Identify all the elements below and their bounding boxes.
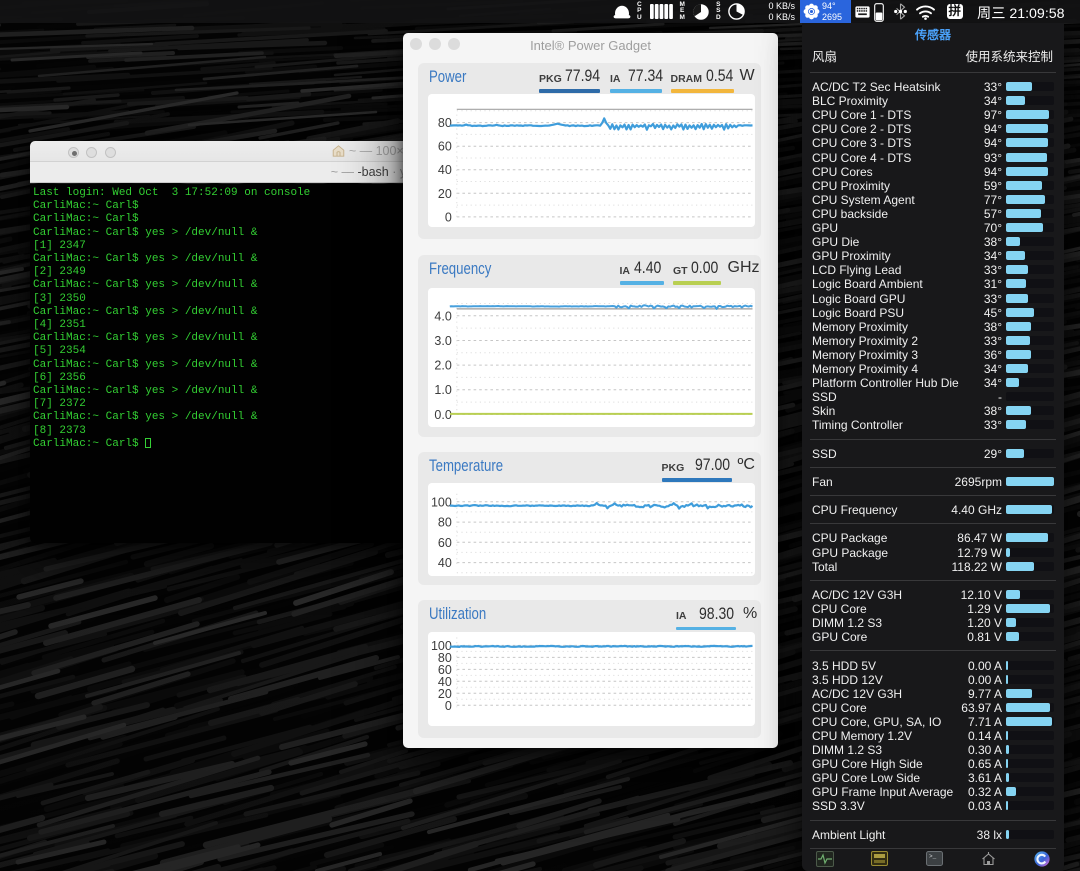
svg-text:>_: >_	[929, 853, 937, 860]
svg-text:40: 40	[438, 163, 452, 177]
svg-text:100: 100	[431, 495, 452, 509]
svg-text:0: 0	[445, 211, 452, 225]
svg-text:3.0: 3.0	[434, 334, 451, 348]
svg-text:1.0: 1.0	[434, 383, 451, 397]
svg-text:80: 80	[438, 116, 452, 130]
svg-text:0.0: 0.0	[434, 408, 451, 422]
svg-text:4.0: 4.0	[434, 309, 451, 323]
svg-text:80: 80	[438, 515, 452, 529]
svg-text:40: 40	[438, 556, 452, 570]
svg-text:60: 60	[438, 662, 452, 676]
svg-text:100: 100	[431, 638, 452, 652]
svg-text:20: 20	[438, 187, 452, 201]
svg-text:2.0: 2.0	[434, 358, 451, 372]
svg-text:80: 80	[438, 650, 452, 664]
svg-text:60: 60	[438, 535, 452, 549]
svg-text:60: 60	[438, 140, 452, 154]
svg-text:20: 20	[438, 686, 452, 700]
svg-text:0: 0	[445, 698, 452, 712]
